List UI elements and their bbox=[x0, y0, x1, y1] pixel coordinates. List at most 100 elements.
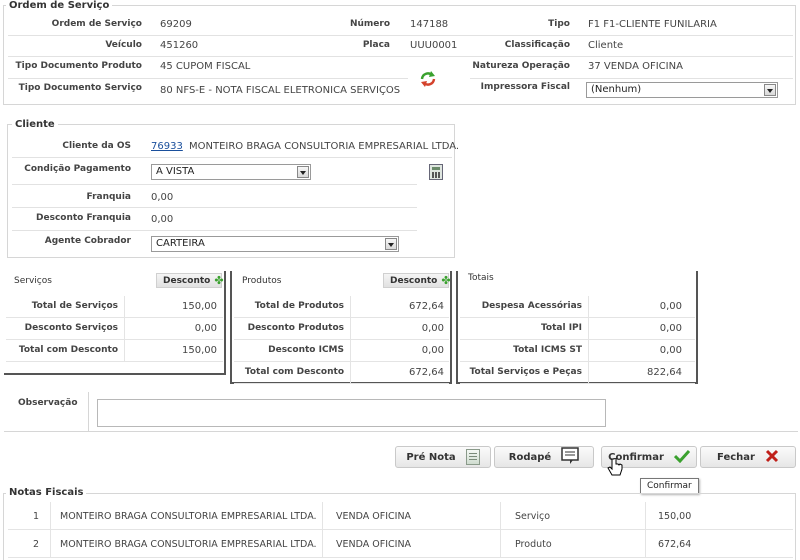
servicos-title: Serviços bbox=[14, 276, 52, 286]
divider bbox=[470, 78, 793, 79]
nota-tipo: Serviço bbox=[515, 511, 551, 522]
produtos-title: Produtos bbox=[242, 276, 282, 286]
refresh-icon[interactable] bbox=[419, 70, 437, 88]
fechar-button[interactable]: Fechar bbox=[700, 446, 796, 468]
ordem-servico-value: 69209 bbox=[160, 19, 192, 30]
franquia-label: Franquia bbox=[86, 192, 132, 202]
table-col-divider bbox=[322, 530, 323, 558]
agente-cobrador-selected: CARTEIRA bbox=[156, 238, 205, 249]
divider bbox=[12, 207, 417, 208]
table-col-divider bbox=[500, 502, 501, 530]
total-row-label: Total com Desconto bbox=[244, 367, 344, 377]
cliente-name: MONTEIRO BRAGA CONSULTORIA EMPRESARIAL L… bbox=[189, 141, 460, 152]
total-row-label: Total de Produtos bbox=[254, 301, 344, 311]
total-row-label: Desconto Serviços bbox=[24, 323, 118, 333]
condicao-pagamento-select[interactable]: A VISTA bbox=[151, 164, 311, 180]
total-row-label: Total IPI bbox=[540, 323, 582, 333]
chevron-down-icon[interactable] bbox=[764, 84, 776, 96]
nota-natureza: VENDA OFICINA bbox=[336, 511, 412, 522]
total-row-value: 0,00 bbox=[659, 345, 682, 356]
ordem-servico-legend: Ordem de Serviço bbox=[6, 0, 113, 11]
document-icon bbox=[465, 449, 480, 465]
nota-valor: 672,64 bbox=[658, 539, 692, 550]
observacao-label: Observação bbox=[18, 398, 78, 408]
produtos-desconto-button[interactable]: Desconto ✤ bbox=[383, 273, 451, 288]
impressora-fiscal-label: Impressora Fiscal bbox=[480, 82, 570, 92]
total-row-divider bbox=[350, 362, 351, 384]
total-row-divider bbox=[588, 362, 589, 384]
calculator-icon[interactable] bbox=[429, 164, 443, 180]
total-row-value: 0,00 bbox=[421, 345, 444, 356]
cliente-os-value: 76933 MONTEIRO BRAGA CONSULTORIA EMPRESA… bbox=[151, 141, 459, 152]
nota-valor: 150,00 bbox=[658, 511, 692, 522]
total-row-divider bbox=[124, 296, 125, 318]
total-row-value: 0,00 bbox=[659, 323, 682, 334]
total-row-label: Desconto ICMS bbox=[268, 345, 344, 355]
discount-icon: ✤ bbox=[441, 274, 451, 287]
table-col-divider bbox=[645, 502, 646, 530]
agente-cobrador-select[interactable]: CARTEIRA bbox=[151, 236, 399, 252]
tipo-doc-servico-value: 80 NFS-E - NOTA FISCAL ELETRONICA SERVIÇ… bbox=[160, 85, 401, 96]
divider bbox=[12, 157, 452, 158]
chevron-down-icon[interactable] bbox=[385, 238, 397, 250]
total-row-label: Total com Desconto bbox=[18, 345, 118, 355]
total-row-value: 150,00 bbox=[182, 345, 217, 356]
servicos-desconto-label: Desconto bbox=[163, 275, 211, 286]
classificacao-value: Cliente bbox=[588, 40, 624, 51]
pre-nota-label: Pré Nota bbox=[406, 451, 456, 463]
tipo-doc-produto-value: 45 CUPOM FISCAL bbox=[160, 61, 251, 72]
totais-title: Totais bbox=[468, 273, 494, 283]
total-row-divider bbox=[124, 318, 125, 340]
total-row-label: Total ICMS ST bbox=[513, 345, 582, 355]
divider bbox=[8, 56, 793, 57]
cliente-legend: Cliente bbox=[12, 119, 58, 130]
total-row-label: Total de Serviços bbox=[31, 301, 118, 311]
total-row-value: 0,00 bbox=[659, 301, 682, 312]
rodape-button[interactable]: Rodapé bbox=[494, 446, 594, 468]
classificacao-label: Classificação bbox=[504, 40, 570, 50]
total-row-value: 672,64 bbox=[409, 301, 444, 312]
cliente-code-link[interactable]: 76933 bbox=[151, 141, 183, 152]
desconto-franquia-label: Desconto Franquia bbox=[36, 213, 131, 223]
observacao-textarea[interactable] bbox=[97, 399, 606, 427]
total-row-value: 150,00 bbox=[182, 301, 217, 312]
nota-cliente: MONTEIRO BRAGA CONSULTORIA EMPRESARIAL L… bbox=[60, 539, 317, 550]
impressora-fiscal-select[interactable]: (Nenhum) bbox=[586, 82, 778, 98]
table-col-divider bbox=[322, 502, 323, 530]
tipo-doc-servico-label: Tipo Documento Serviço bbox=[18, 83, 142, 93]
table-col-divider bbox=[50, 530, 51, 558]
fechar-label: Fechar bbox=[717, 451, 755, 463]
observacao-divider bbox=[88, 392, 89, 432]
condicao-pagamento-selected: A VISTA bbox=[156, 166, 195, 177]
close-icon bbox=[765, 449, 779, 466]
nota-num: 2 bbox=[33, 539, 40, 550]
total-row-divider bbox=[588, 296, 589, 318]
confirmar-tooltip: Confirmar bbox=[640, 478, 699, 494]
natureza-operacao-label: Natureza Operação bbox=[472, 61, 570, 71]
tipo-value: F1 F1-CLIENTE FUNILARIA bbox=[588, 19, 717, 30]
discount-icon: ✤ bbox=[214, 274, 224, 287]
divider bbox=[8, 35, 793, 36]
nota-natureza: VENDA OFICINA bbox=[336, 539, 412, 550]
total-row-value: 822,64 bbox=[647, 367, 682, 378]
agente-cobrador-label: Agente Cobrador bbox=[44, 236, 131, 246]
chevron-down-icon[interactable] bbox=[297, 166, 309, 178]
total-row-divider bbox=[350, 296, 351, 318]
total-row-value: 0,00 bbox=[421, 323, 444, 334]
rodape-label: Rodapé bbox=[508, 451, 552, 463]
servicos-desconto-button[interactable]: Desconto ✤ bbox=[156, 273, 224, 288]
franquia-value: 0,00 bbox=[151, 192, 174, 203]
total-row-value: 672,64 bbox=[409, 367, 444, 378]
table-col-divider bbox=[645, 530, 646, 558]
ordem-servico-label: Ordem de Serviço bbox=[51, 19, 142, 29]
total-row-value: 0,00 bbox=[194, 323, 217, 334]
natureza-operacao-value: 37 VENDA OFICINA bbox=[588, 61, 683, 72]
tipo-doc-produto-label: Tipo Documento Produto bbox=[15, 61, 142, 71]
numero-value: 147188 bbox=[410, 19, 449, 30]
pre-nota-button[interactable]: Pré Nota bbox=[395, 446, 491, 468]
table-col-divider bbox=[500, 530, 501, 558]
veiculo-label: Veículo bbox=[105, 40, 142, 50]
desconto-franquia-value: 0,00 bbox=[151, 214, 174, 225]
check-icon bbox=[673, 449, 691, 466]
placa-label: Placa bbox=[362, 40, 390, 50]
